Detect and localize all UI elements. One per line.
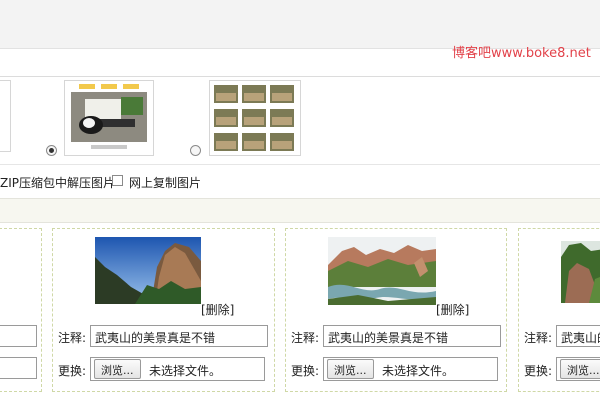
photo-card: [删除] 注释: 武夷山的美景真是不错 更换: 浏览... 未选择文件。 [285, 228, 507, 392]
delete-photo-link[interactable]: [删除] [436, 301, 469, 318]
browse-button[interactable]: 浏览... [327, 359, 374, 379]
file-status: 未选择文件。 [149, 364, 222, 378]
caption-label: 注释: [524, 331, 553, 345]
replace-label: 更换: [291, 364, 320, 378]
browse-button[interactable]: 浏览... [94, 359, 141, 379]
photo-thumbnail [95, 237, 201, 304]
zip-import-label: ZIP压缩包中解压图片 [0, 176, 115, 190]
delete-photo-link[interactable]: [删除] [201, 301, 234, 318]
layout-thumbnail-grid[interactable] [209, 80, 301, 156]
section-divider-band [0, 198, 600, 223]
photo-card-partial-left [0, 228, 42, 392]
layout-thumbnail-partial[interactable] [0, 80, 11, 152]
caption-input[interactable]: 武夷山的 [556, 325, 600, 347]
browse-button[interactable]: 浏览... [560, 359, 600, 379]
caption-label: 注释: [58, 331, 87, 345]
file-field-partial[interactable] [0, 357, 37, 379]
layout-radio-grid[interactable] [190, 145, 201, 156]
site-watermark: 博客吧www.boke8.net [452, 46, 591, 61]
caption-input[interactable]: 武夷山的美景真是不错 [90, 325, 268, 347]
photo-thumbnail [561, 241, 600, 303]
replace-label: 更换: [524, 364, 553, 378]
grid-photo-preview [210, 81, 300, 155]
photo-card: [删除] 注释: 武夷山的美景真是不错 更换: 浏览... 未选择文件。 [52, 228, 275, 392]
file-status: 未选择文件。 [382, 364, 455, 378]
web-copy-checkbox[interactable] [112, 175, 123, 186]
import-options-row: ZIP压缩包中解压图片 网上复制图片 [0, 170, 600, 192]
caption-label: 注释: [291, 331, 320, 345]
layout-radio-single[interactable] [46, 145, 57, 156]
caption-input[interactable]: 武夷山的美景真是不错 [323, 325, 501, 347]
file-picker[interactable]: 浏览... 未选择文件。 [90, 357, 265, 381]
web-copy-label: 网上复制图片 [129, 176, 202, 190]
file-picker[interactable]: 浏览... [556, 357, 600, 381]
photo-card-partial-right: 注释: 武夷山的 更换: 浏览... [518, 228, 600, 392]
photo-thumbnail [328, 237, 436, 305]
single-photo-preview [65, 81, 153, 155]
file-picker[interactable]: 浏览... 未选择文件。 [323, 357, 498, 381]
layout-thumbnail-single[interactable] [64, 80, 154, 156]
replace-label: 更换: [58, 364, 87, 378]
caption-input-partial[interactable] [0, 325, 37, 347]
